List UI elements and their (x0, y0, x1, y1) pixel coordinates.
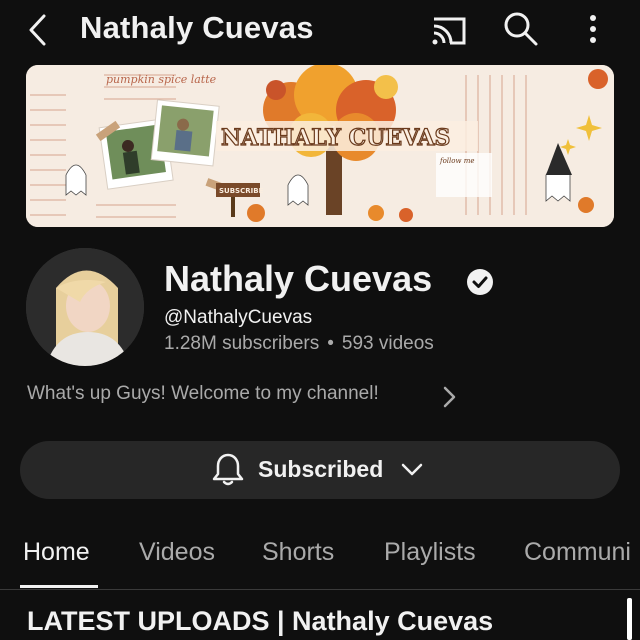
banner-subscribe-sign: SUBSCRIBE (219, 187, 264, 195)
top-app-bar: Nathaly Cuevas (0, 0, 640, 62)
chevron-down-icon[interactable] (400, 460, 424, 480)
channel-banner[interactable]: pumpkin spice latte NATHALY CUEVAS SUBSC… (26, 65, 614, 227)
svg-text:pumpkin spice latte: pumpkin spice latte (106, 73, 217, 86)
tab-playlists[interactable]: Playlists (384, 538, 476, 567)
banner-follow-text: follow me (439, 157, 475, 165)
more-vert-icon[interactable] (580, 10, 606, 48)
cast-icon[interactable] (430, 13, 468, 47)
stats-separator: • (327, 333, 334, 354)
subscriber-count: 1.28M subscribers (164, 333, 320, 354)
avatar-photo (26, 248, 144, 366)
tab-shorts[interactable]: Shorts (262, 538, 334, 567)
chevron-right-icon[interactable] (438, 384, 460, 410)
tabs-divider (0, 589, 640, 590)
verified-badge-icon (467, 269, 493, 295)
video-count: 593 videos (341, 333, 434, 354)
back-arrow-icon[interactable] (22, 12, 56, 48)
channel-tabs: Home Videos Shorts Playlists Communi (0, 520, 640, 590)
subscribed-label[interactable]: Subscribed (258, 456, 383, 483)
active-tab-indicator (20, 585, 98, 588)
channel-avatar[interactable] (26, 248, 144, 366)
channel-stats: 1.28M subscribers • 593 videos (164, 333, 434, 355)
scrollbar[interactable] (627, 598, 632, 640)
search-icon[interactable] (502, 10, 540, 48)
banner-name-text: NATHALY CUEVAS (221, 125, 450, 151)
banner-artwork: pumpkin spice latte NATHALY CUEVAS SUBSC… (26, 65, 614, 227)
channel-description[interactable]: What's up Guys! Welcome to my channel! (27, 383, 379, 405)
bell-icon[interactable] (212, 451, 244, 487)
tab-videos[interactable]: Videos (139, 538, 215, 567)
page-title: Nathaly Cuevas (80, 10, 314, 45)
section-title[interactable]: LATEST UPLOADS | Nathaly Cuevas (27, 606, 493, 637)
channel-handle: @NathalyCuevas (164, 307, 313, 328)
channel-name: Nathaly Cuevas (164, 258, 433, 299)
tab-community[interactable]: Communi (524, 538, 631, 567)
tab-home[interactable]: Home (23, 538, 90, 567)
